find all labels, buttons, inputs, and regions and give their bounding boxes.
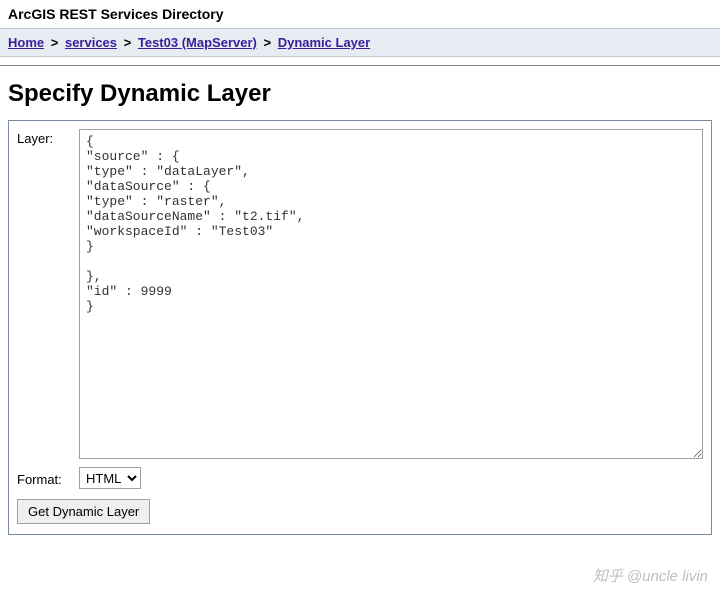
breadcrumb: Home > services > Test03 (MapServer) > D… <box>0 28 720 57</box>
page-title: ArcGIS REST Services Directory <box>0 0 720 28</box>
page-heading: Specify Dynamic Layer <box>0 66 720 120</box>
format-label: Format: <box>17 470 79 487</box>
layer-row: Layer: { "source" : { "type" : "dataLaye… <box>17 129 703 459</box>
watermark: 知乎 @uncle livin <box>593 565 708 586</box>
form-container: Layer: { "source" : { "type" : "dataLaye… <box>8 120 712 535</box>
breadcrumb-test03[interactable]: Test03 (MapServer) <box>138 35 257 50</box>
get-dynamic-layer-button[interactable]: Get Dynamic Layer <box>17 499 150 524</box>
breadcrumb-sep: > <box>121 35 135 50</box>
breadcrumb-sep: > <box>48 35 62 50</box>
format-row: Format: HTML <box>17 467 703 489</box>
breadcrumb-services[interactable]: services <box>65 35 117 50</box>
breadcrumb-home[interactable]: Home <box>8 35 44 50</box>
breadcrumb-dynamic-layer[interactable]: Dynamic Layer <box>278 35 371 50</box>
layer-textarea[interactable]: { "source" : { "type" : "dataLayer", "da… <box>79 129 703 459</box>
format-select[interactable]: HTML <box>79 467 141 489</box>
layer-label: Layer: <box>17 129 79 146</box>
breadcrumb-sep: > <box>260 35 274 50</box>
